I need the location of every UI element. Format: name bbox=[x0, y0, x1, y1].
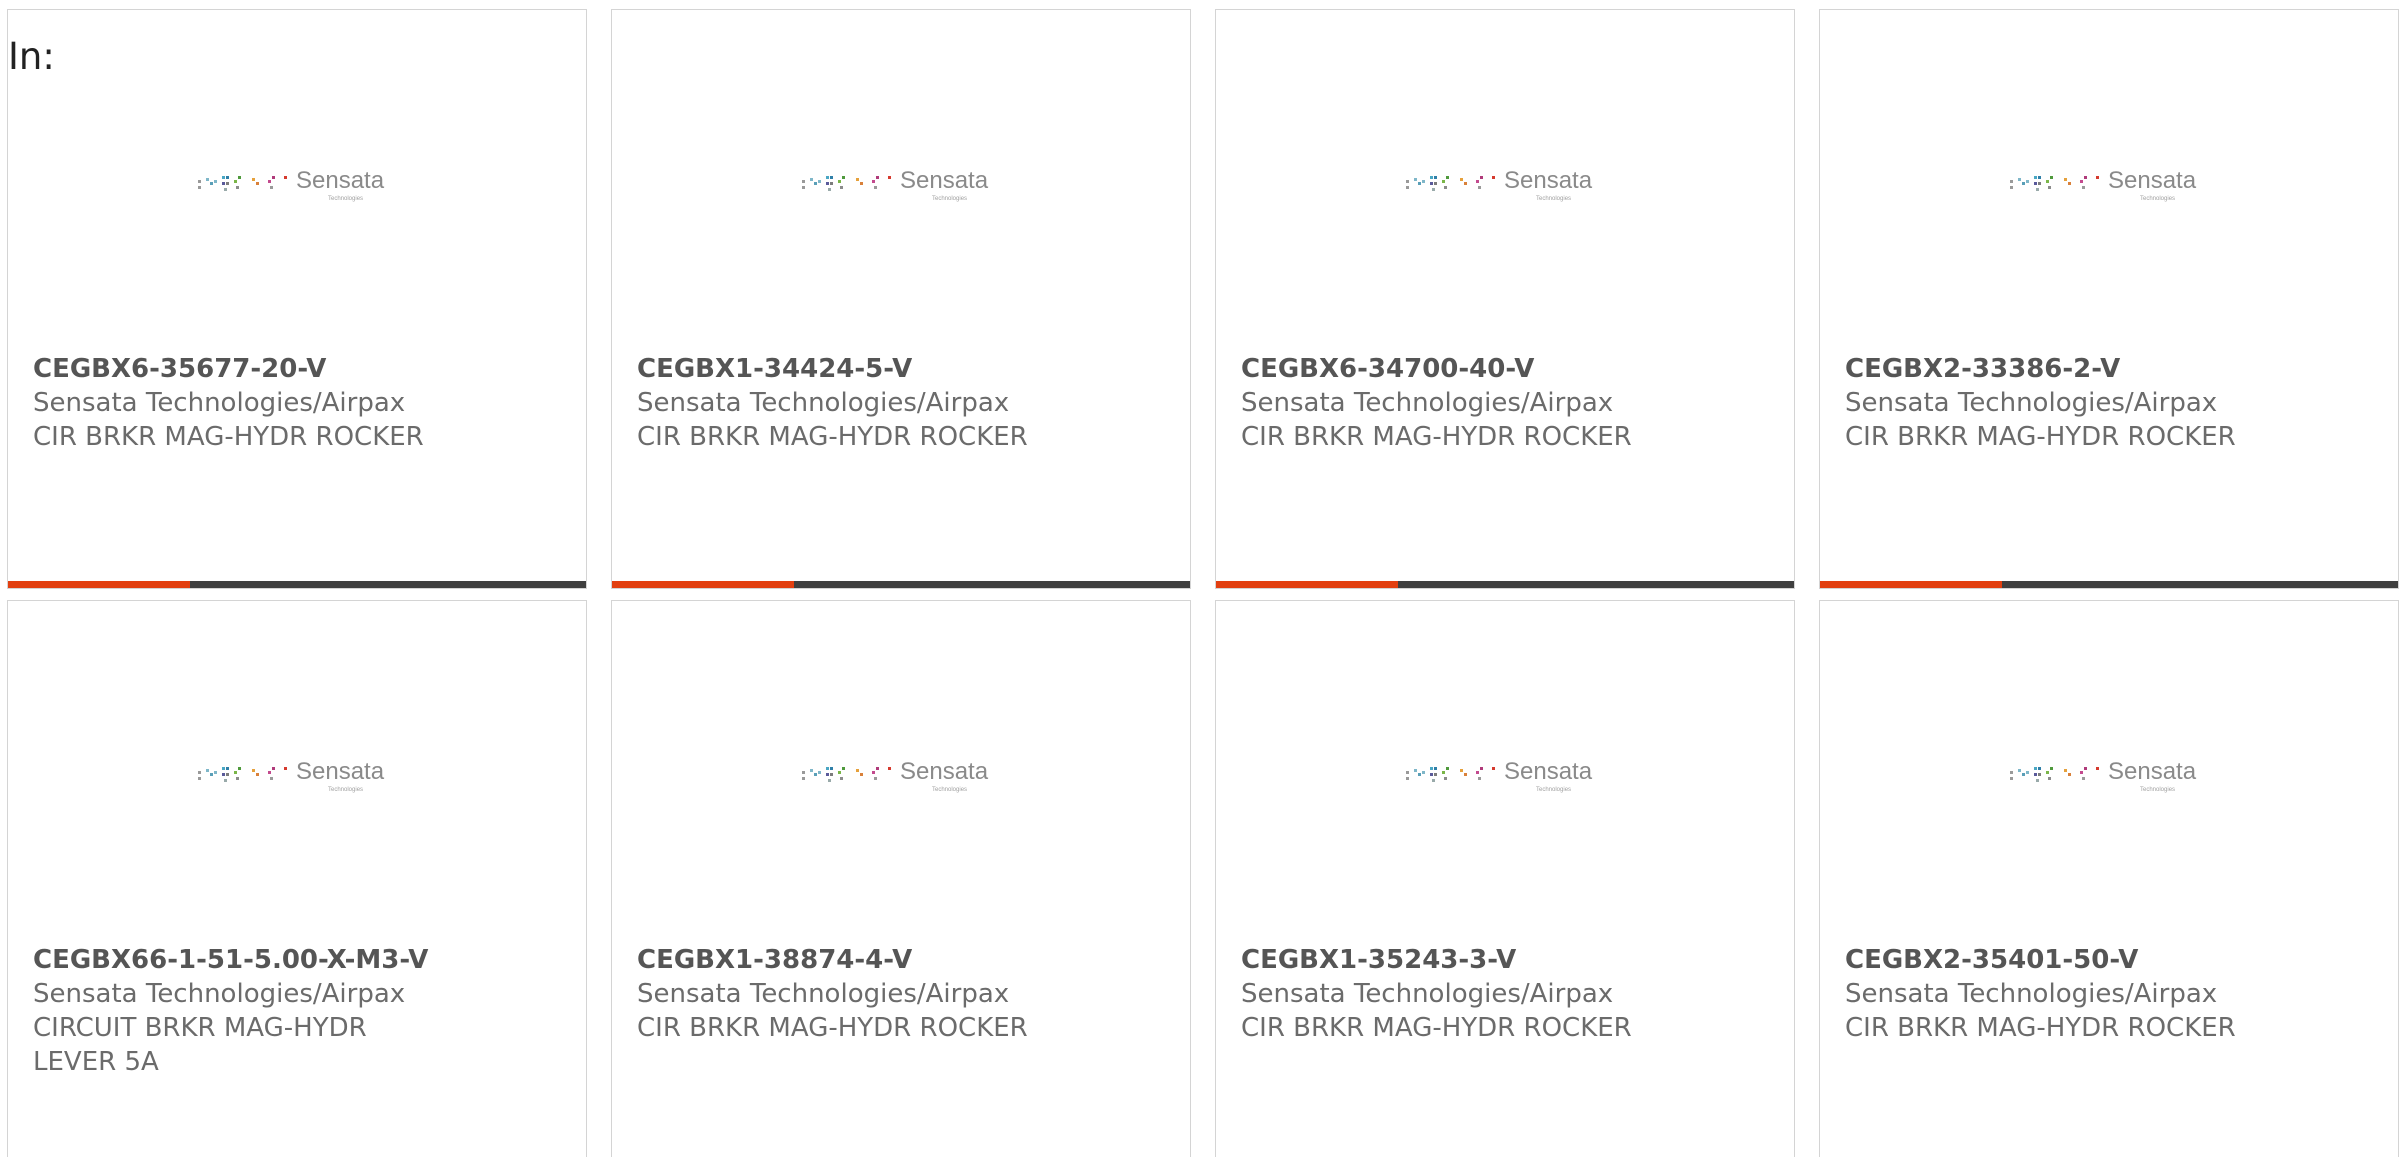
manufacturer: Sensata Technologies/Airpax bbox=[33, 388, 406, 418]
product-info: CEGBX6-34700-40-V Sensata Technologies/A… bbox=[1241, 352, 1761, 454]
part-number[interactable]: CEGBX2-35401-50-V bbox=[1845, 943, 2365, 977]
svg-text:Sensata: Sensata bbox=[1504, 167, 1593, 194]
description: CIR BRKR MAG-HYDR ROCKER bbox=[1845, 422, 2236, 452]
card-accent-bar bbox=[1820, 581, 2002, 588]
svg-text:Technologies: Technologies bbox=[932, 787, 967, 793]
product-grid: Sensata Technologies CEGBX6-35677-20-V Se… bbox=[7, 9, 2399, 1157]
product-card[interactable]: Sensata Technologies CEGBX2-33386-2-V Sen… bbox=[1819, 9, 2399, 589]
card-accent-bar bbox=[1216, 581, 1398, 588]
description: CIR BRKR MAG-HYDR ROCKER bbox=[1241, 422, 1632, 452]
part-number[interactable]: CEGBX66-1-51-5.00-X-M3-V bbox=[33, 943, 553, 977]
manufacturer: Sensata Technologies/Airpax bbox=[637, 388, 1010, 418]
svg-text:Technologies: Technologies bbox=[1536, 196, 1571, 202]
sensata-logo: Sensata Technologies bbox=[800, 160, 1020, 206]
part-number[interactable]: CEGBX6-34700-40-V bbox=[1241, 352, 1761, 386]
part-number[interactable]: CEGBX1-38874-4-V bbox=[637, 943, 1157, 977]
svg-text:Sensata: Sensata bbox=[2108, 758, 2197, 785]
card-footer-bar bbox=[1820, 581, 2398, 588]
svg-text:Technologies: Technologies bbox=[2140, 196, 2175, 202]
product-info: CEGBX1-35243-3-V Sensata Technologies/Ai… bbox=[1241, 943, 1761, 1045]
product-card[interactable]: Sensata Technologies CEGBX66-1-51-5.00-X-… bbox=[7, 600, 587, 1157]
sensata-logo: Sensata Technologies bbox=[196, 160, 416, 206]
product-card[interactable]: Sensata Technologies CEGBX6-35677-20-V Se… bbox=[7, 9, 587, 589]
manufacturer: Sensata Technologies/Airpax bbox=[637, 979, 1010, 1009]
description: CIR BRKR MAG-HYDR ROCKER bbox=[1241, 1013, 1632, 1043]
card-footer-bar bbox=[1216, 581, 1794, 588]
product-card[interactable]: Sensata Technologies CEGBX6-34700-40-V Se… bbox=[1215, 9, 1795, 589]
product-info: CEGBX1-38874-4-V Sensata Technologies/Ai… bbox=[637, 943, 1157, 1045]
sensata-logo: Sensata Technologies bbox=[196, 751, 416, 797]
svg-text:Technologies: Technologies bbox=[932, 196, 967, 202]
sensata-logo: Sensata Technologies bbox=[800, 751, 1020, 797]
svg-text:Sensata: Sensata bbox=[1504, 758, 1593, 785]
manufacturer: Sensata Technologies/Airpax bbox=[1241, 979, 1614, 1009]
product-info: CEGBX2-35401-50-V Sensata Technologies/A… bbox=[1845, 943, 2365, 1045]
product-info: CEGBX66-1-51-5.00-X-M3-V Sensata Technol… bbox=[33, 943, 553, 1079]
product-info: CEGBX6-35677-20-V Sensata Technologies/A… bbox=[33, 352, 553, 454]
product-card[interactable]: Sensata Technologies CEGBX1-34424-5-V Sen… bbox=[611, 9, 1191, 589]
part-number[interactable]: CEGBX2-33386-2-V bbox=[1845, 352, 2365, 386]
svg-text:Sensata: Sensata bbox=[900, 167, 989, 194]
product-grid-page: In: Sensata Technologies CEGBX6-35677-20-… bbox=[0, 0, 2400, 1157]
product-info: CEGBX1-34424-5-V Sensata Technologies/Ai… bbox=[637, 352, 1157, 454]
part-number[interactable]: CEGBX1-35243-3-V bbox=[1241, 943, 1761, 977]
svg-text:Technologies: Technologies bbox=[328, 787, 363, 793]
svg-text:Sensata: Sensata bbox=[296, 167, 385, 194]
manufacturer: Sensata Technologies/Airpax bbox=[33, 979, 406, 1009]
product-card[interactable]: Sensata Technologies CEGBX1-35243-3-V Sen… bbox=[1215, 600, 1795, 1157]
description: CIR BRKR MAG-HYDR ROCKER bbox=[637, 1013, 1028, 1043]
svg-text:Technologies: Technologies bbox=[328, 196, 363, 202]
card-accent-bar bbox=[8, 581, 190, 588]
description: CIR BRKR MAG-HYDR ROCKER bbox=[33, 422, 424, 452]
manufacturer: Sensata Technologies/Airpax bbox=[1241, 388, 1614, 418]
svg-text:Sensata: Sensata bbox=[2108, 167, 2197, 194]
card-footer-bar bbox=[8, 581, 586, 588]
sensata-logo: Sensata Technologies bbox=[1404, 160, 1624, 206]
part-number[interactable]: CEGBX6-35677-20-V bbox=[33, 352, 553, 386]
description: CIRCUIT BRKR MAG-HYDR LEVER 5A bbox=[33, 1013, 367, 1077]
svg-text:Sensata: Sensata bbox=[296, 758, 385, 785]
card-footer-bar bbox=[612, 581, 1190, 588]
product-info: CEGBX2-33386-2-V Sensata Technologies/Ai… bbox=[1845, 352, 2365, 454]
svg-text:Technologies: Technologies bbox=[2140, 787, 2175, 793]
sensata-logo: Sensata Technologies bbox=[2008, 751, 2228, 797]
sensata-logo: Sensata Technologies bbox=[1404, 751, 1624, 797]
part-number[interactable]: CEGBX1-34424-5-V bbox=[637, 352, 1157, 386]
svg-text:Technologies: Technologies bbox=[1536, 787, 1571, 793]
manufacturer: Sensata Technologies/Airpax bbox=[1845, 388, 2218, 418]
manufacturer: Sensata Technologies/Airpax bbox=[1845, 979, 2218, 1009]
svg-text:Sensata: Sensata bbox=[900, 758, 989, 785]
description: CIR BRKR MAG-HYDR ROCKER bbox=[637, 422, 1028, 452]
product-card[interactable]: Sensata Technologies CEGBX2-35401-50-V Se… bbox=[1819, 600, 2399, 1157]
description: CIR BRKR MAG-HYDR ROCKER bbox=[1845, 1013, 2236, 1043]
sensata-logo: Sensata Technologies bbox=[2008, 160, 2228, 206]
in-label: In: bbox=[8, 35, 55, 78]
card-accent-bar bbox=[612, 581, 794, 588]
product-card[interactable]: Sensata Technologies CEGBX1-38874-4-V Sen… bbox=[611, 600, 1191, 1157]
